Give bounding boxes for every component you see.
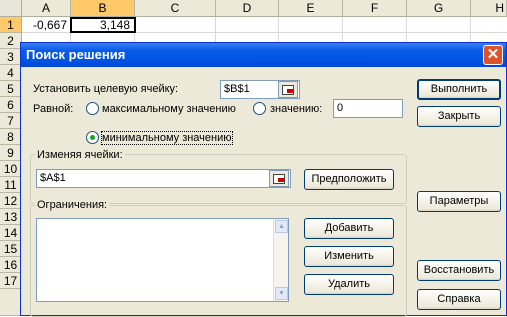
solve-button[interactable]: Выполнить (417, 79, 501, 100)
radio-value[interactable] (253, 102, 266, 115)
radio-max[interactable] (86, 102, 99, 115)
row-header-17[interactable]: 17 (0, 273, 22, 289)
column-header-f[interactable]: F (343, 0, 407, 17)
help-button[interactable]: Справка (417, 289, 501, 310)
guess-button[interactable]: Предположить (304, 169, 394, 190)
radio-max-label[interactable]: максимальному значению (102, 103, 236, 115)
scroll-up-icon[interactable]: ▲ (275, 220, 288, 233)
column-header-a[interactable]: A (22, 0, 71, 17)
changing-cells-label: Изменяя ячейки: (35, 149, 125, 161)
row-header-18[interactable] (0, 289, 22, 316)
column-header-d[interactable]: D (216, 0, 279, 17)
select-all-corner[interactable] (0, 0, 22, 17)
row-header-16[interactable]: 16 (0, 257, 22, 273)
row-header-7[interactable]: 7 (0, 113, 22, 129)
row-header-3[interactable]: 3 (0, 49, 22, 65)
row-header-6[interactable]: 6 (0, 97, 22, 113)
row-header-4[interactable]: 4 (0, 65, 22, 81)
changing-cells-input[interactable]: $A$1 (36, 169, 291, 188)
cell-reference-icon[interactable] (269, 170, 289, 187)
cell-a1[interactable]: -0,667 (22, 17, 71, 33)
row-header-9[interactable]: 9 (0, 145, 22, 161)
value-input[interactable]: 0 (333, 99, 403, 118)
column-header-b[interactable]: B (71, 0, 135, 17)
constraints-label: Ограничения: (35, 199, 110, 211)
row-header-10[interactable]: 10 (0, 161, 22, 177)
row-header-11[interactable]: 11 (0, 177, 22, 193)
column-header-g[interactable]: G (407, 0, 471, 17)
delete-button[interactable]: Удалить (304, 274, 394, 295)
row-header-13[interactable]: 13 (0, 209, 22, 225)
options-button[interactable]: Параметры (417, 191, 501, 212)
cell-reference-icon[interactable] (278, 81, 298, 98)
row-header-14[interactable]: 14 (0, 225, 22, 241)
row-header-12[interactable]: 12 (0, 193, 22, 209)
column-header-h[interactable]: H (471, 0, 507, 17)
constraints-list[interactable]: ▲ ▼ (36, 218, 289, 302)
radio-min[interactable] (86, 131, 99, 144)
radio-min-label[interactable]: минимальному значению (101, 131, 233, 145)
close-button[interactable]: Закрыть (417, 106, 501, 127)
column-header-c[interactable]: C (135, 0, 216, 17)
solver-dialog: Поиск решения ✕ Установить целевую ячейк… (20, 42, 507, 317)
add-button[interactable]: Добавить (304, 218, 394, 239)
row-header-1[interactable]: 1 (0, 17, 22, 33)
radio-value-label[interactable]: значению: (270, 103, 322, 115)
reset-button[interactable]: Восстановить (417, 260, 501, 281)
target-cell-label: Установить целевую ячейку: (33, 83, 179, 95)
cell-b1[interactable]: 3,148 (70, 17, 136, 33)
row-header-2[interactable]: 2 (0, 33, 22, 49)
dialog-title: Поиск решения (21, 43, 506, 67)
row-header-15[interactable]: 15 (0, 241, 22, 257)
column-header-e[interactable]: E (279, 0, 343, 17)
row-header-5[interactable]: 5 (0, 81, 22, 97)
scroll-down-icon[interactable]: ▼ (275, 287, 288, 300)
close-icon[interactable]: ✕ (483, 45, 503, 65)
constraints-scrollbar[interactable]: ▲ ▼ (273, 219, 288, 301)
equal-to-label: Равной: (33, 103, 74, 115)
change-button[interactable]: Изменить (304, 246, 394, 267)
row-header-8[interactable]: 8 (0, 129, 22, 145)
